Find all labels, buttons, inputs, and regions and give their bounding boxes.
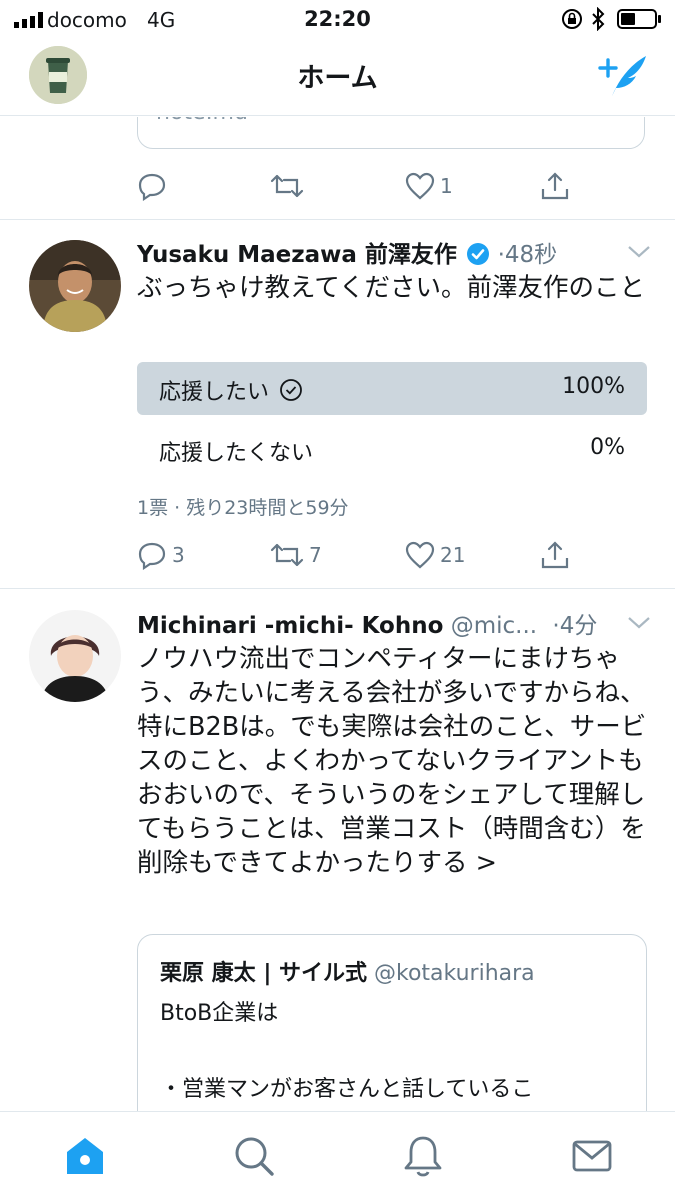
poll-option-winner[interactable]: 応援したい 100% — [137, 362, 647, 415]
top-navigation: ホーム — [0, 40, 675, 116]
tweet-time: ·48秒 — [497, 242, 558, 268]
poll-option[interactable]: 応援したくない 0% — [137, 423, 647, 476]
quoted-author-handle: @kotakurihara — [374, 961, 535, 986]
poll-meta: 1票 · 残り23時間と59分 — [137, 497, 349, 519]
verified-badge-icon — [467, 243, 490, 265]
notifications-bell-icon[interactable] — [401, 1134, 445, 1178]
heart-icon — [405, 172, 435, 200]
quoted-author-name: 栗原 康太 | サイル式 — [160, 961, 368, 986]
avatar[interactable] — [29, 240, 121, 332]
search-icon[interactable] — [232, 1134, 276, 1178]
tweet-actions: 1 — [137, 169, 587, 203]
chevron-down-icon[interactable] — [627, 245, 651, 259]
retweet-count: 7 — [309, 543, 322, 567]
like-button[interactable]: 21 — [405, 538, 465, 572]
poll-option-label: 応援したい — [159, 374, 303, 406]
page-title: ホーム — [297, 63, 378, 94]
battery-icon — [617, 9, 661, 29]
like-count: 1 — [440, 174, 453, 198]
status-bar: docomo 4G 22:20 — [0, 0, 675, 40]
quoted-header: 栗原 康太 | サイル式 @kotakurihara — [160, 955, 535, 987]
tweet-divider — [0, 588, 675, 589]
tweet-header: Michinari -michi- Kohno @mic... ·4分 — [137, 606, 657, 639]
rotation-lock-icon — [562, 9, 582, 29]
tweet-text: ぶっちゃけ教えてください。前澤友作のこと — [137, 273, 645, 303]
quoted-tweet[interactable]: 栗原 康太 | サイル式 @kotakurihara BtoB企業は ・営業マン… — [137, 934, 647, 1111]
share-icon — [541, 172, 569, 200]
reply-icon — [138, 173, 166, 201]
avatar-illustration — [29, 610, 121, 702]
link-card-domain: note.mu — [156, 117, 248, 125]
poll-option-text: 応援したくない — [159, 441, 314, 466]
author-handle[interactable]: @mic... — [451, 613, 537, 639]
poll-option-percent: 100% — [562, 374, 625, 399]
avatar[interactable] — [29, 610, 121, 702]
bottom-tab-bar — [0, 1111, 675, 1200]
link-card[interactable]: note.mu — [137, 117, 645, 149]
tweet-divider — [0, 219, 675, 220]
share-button[interactable] — [540, 538, 570, 572]
like-count: 21 — [440, 543, 466, 567]
retweet-icon — [270, 174, 304, 198]
author-name[interactable]: Michinari -michi- Kohno — [137, 613, 443, 639]
retweet-icon — [270, 543, 304, 567]
tweet-actions: 3 7 21 — [137, 538, 587, 572]
poll-option-percent: 0% — [590, 435, 625, 460]
home-icon[interactable] — [63, 1134, 107, 1178]
retweet-button[interactable] — [270, 169, 304, 203]
quoted-text: BtoB企業は ・営業マンがお客さんと話しているこ と — [160, 1001, 534, 1102]
reply-icon — [138, 542, 166, 570]
reply-button[interactable] — [137, 169, 167, 203]
share-button[interactable] — [540, 169, 570, 203]
compose-tweet-icon[interactable] — [598, 52, 648, 98]
check-circle-icon — [280, 379, 302, 401]
chevron-down-icon[interactable] — [627, 616, 651, 630]
tweet-time: ·4分 — [552, 613, 598, 639]
reply-button[interactable]: 3 — [137, 538, 185, 572]
like-button[interactable]: 1 — [405, 169, 453, 203]
bluetooth-icon — [592, 7, 605, 31]
retweet-button[interactable]: 7 — [270, 538, 322, 572]
tweet-header: Yusaku Maezawa 前澤友作 ·48秒 — [137, 235, 657, 268]
reply-count: 3 — [172, 543, 185, 567]
poll-option-text: 応援したい — [159, 380, 270, 405]
heart-icon — [405, 541, 435, 569]
share-icon — [541, 541, 569, 569]
avatar-photo — [29, 240, 121, 332]
author-name[interactable]: Yusaku Maezawa 前澤友作 — [137, 242, 457, 268]
tweet-text: ノウハウ流出でコンペティターにまけちゃう、みたいに考える会社が多いですからね、特… — [137, 644, 647, 878]
messages-envelope-icon[interactable] — [570, 1134, 614, 1178]
timeline[interactable]: note.mu 1 Yusaku Maezawa 前澤友作 ·48秒 — [0, 117, 675, 1111]
